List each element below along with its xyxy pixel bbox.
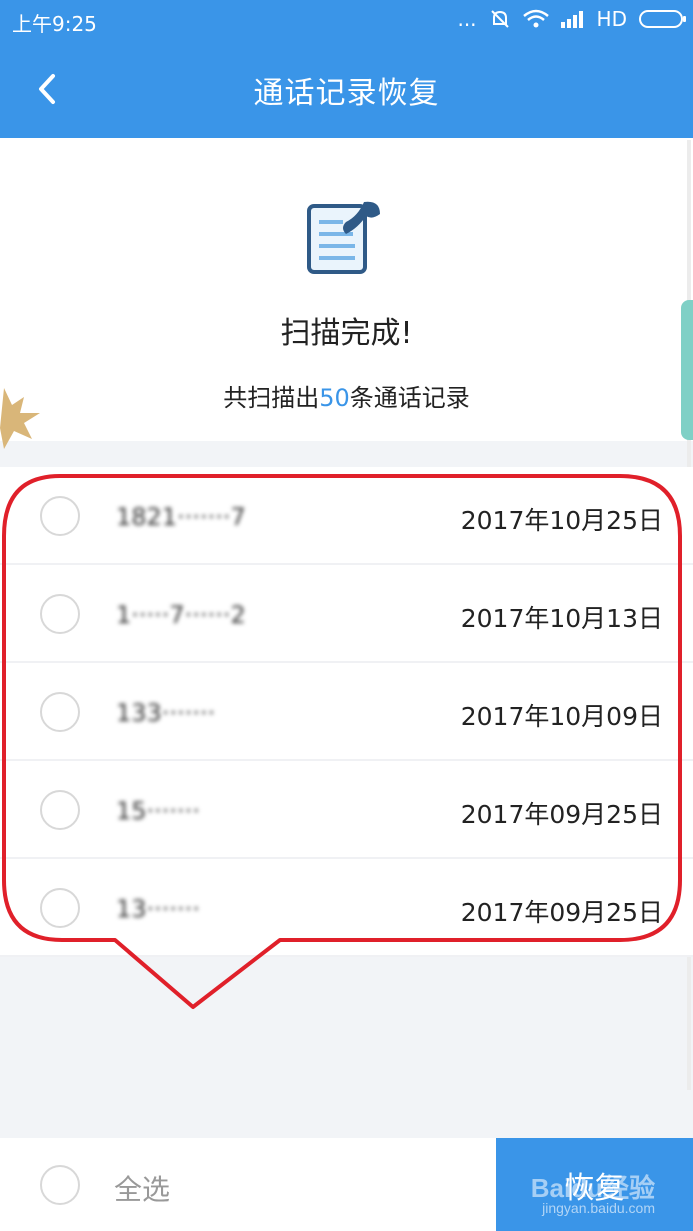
call-record-row[interactable]: 1821·······7 2017年10月25日 [0,467,693,565]
page-title: 通话记录恢复 [253,76,440,111]
call-record-row[interactable]: 1·····7······2 2017年10月13日 [0,565,693,663]
select-all-checkbox[interactable] [40,1165,80,1205]
call-record-list: 1821·······7 2017年10月25日 1·····7······2 … [0,467,693,957]
record-count: 50 [319,384,350,412]
scan-count-text: 共扫描出50条通话记录 [0,378,693,413]
title-bar: 通话记录恢复 [0,40,693,138]
record-checkbox[interactable] [40,496,80,536]
record-checkbox[interactable] [40,790,80,830]
call-record-row[interactable]: 15······· 2017年09月25日 [0,761,693,859]
record-checkbox[interactable] [40,594,80,634]
mute-icon [490,10,509,28]
call-record-row[interactable]: 13······· 2017年09月25日 [0,859,693,957]
call-log-document-icon [307,201,380,274]
network-type: HD [596,7,627,31]
bottom-bar: 全选 恢复 Baidu经验 jingyan.baidu.com [0,1138,693,1231]
record-phone: 1·····7······2 [116,601,246,629]
record-date: 2017年10月13日 [460,604,663,633]
record-phone: 15······· [116,797,200,825]
record-phone: 1821·······7 [116,503,246,531]
record-date: 2017年10月25日 [460,506,663,535]
record-date: 2017年09月25日 [460,898,663,927]
wifi-icon [522,9,549,28]
baidu-watermark-url: jingyan.baidu.com [542,1200,655,1216]
status-time: 上午9:25 [12,12,97,36]
status-bar: 上午9:25 ... HD [0,0,693,40]
count-suffix: 条通话记录 [349,384,470,412]
record-date: 2017年09月25日 [460,800,663,829]
side-pull-handle[interactable] [681,300,693,440]
call-record-row[interactable]: 133······· 2017年10月09日 [0,663,693,761]
record-checkbox[interactable] [40,888,80,928]
record-date: 2017年10月09日 [460,702,663,731]
record-phone: 133······· [116,699,216,727]
battery-icon [639,10,686,28]
scan-complete-title: 扫描完成! [280,316,413,351]
record-checkbox[interactable] [40,692,80,732]
record-phone: 13······· [116,895,200,923]
count-prefix: 共扫描出 [223,384,320,412]
signal-icon [560,11,583,28]
status-icons: ... HD [457,7,686,31]
select-all-label[interactable]: 全选 [114,1168,170,1208]
scan-summary: 扫描完成! 共扫描出50条通话记录 [0,138,693,449]
more-dots-icon: ... [457,7,477,31]
